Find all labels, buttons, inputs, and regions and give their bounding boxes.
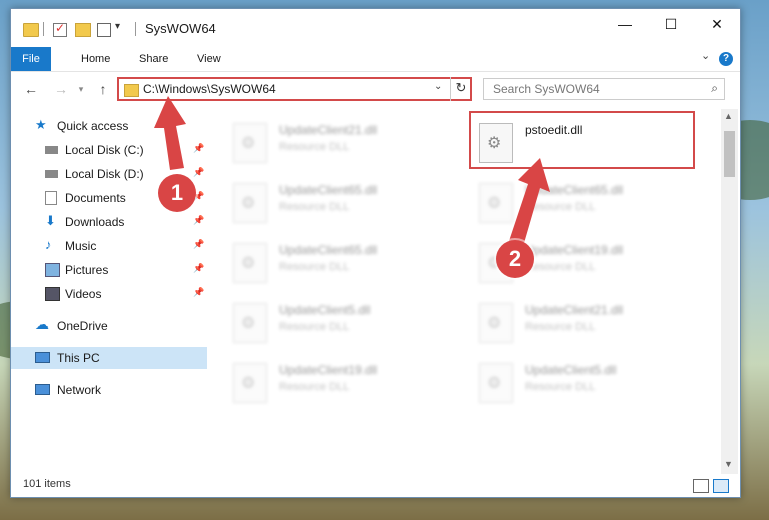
step-1-badge: 1 bbox=[158, 174, 196, 212]
step-2-badge: 2 bbox=[496, 240, 534, 278]
annotation-arrows bbox=[154, 96, 550, 250]
arrow-1 bbox=[154, 96, 186, 170]
arrow-2 bbox=[508, 158, 550, 250]
